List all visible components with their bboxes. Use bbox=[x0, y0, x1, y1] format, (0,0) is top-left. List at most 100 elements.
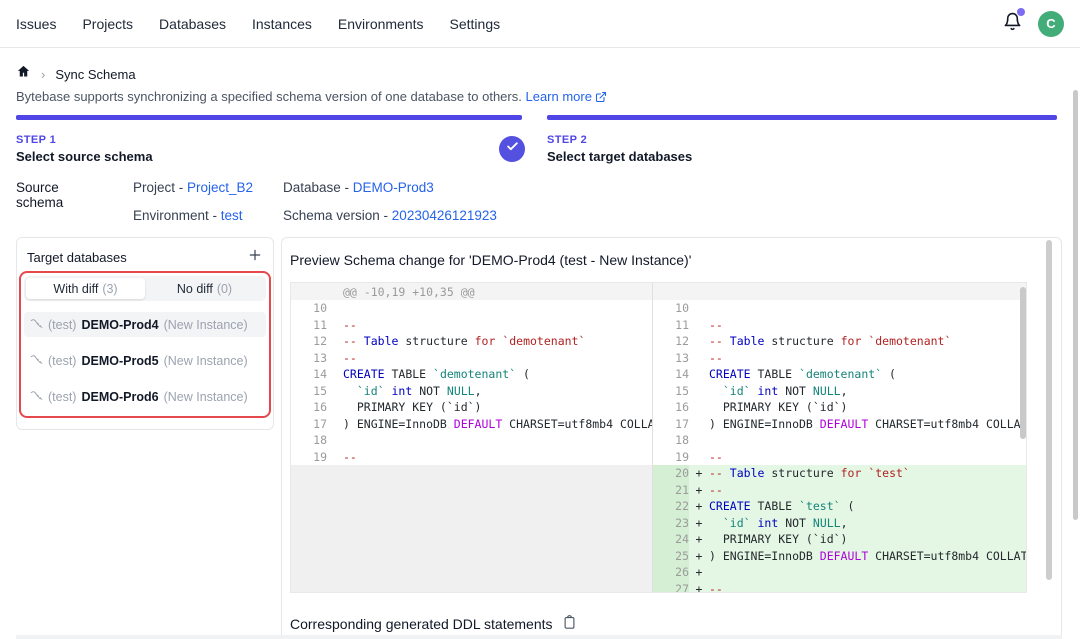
editor-vertical-scrollbar[interactable] bbox=[1020, 287, 1026, 439]
environment-link[interactable]: test bbox=[221, 208, 243, 223]
diff-line: 22+CREATE TABLE `test` ( bbox=[653, 498, 1027, 515]
db-name: DEMO-Prod5 bbox=[81, 354, 158, 368]
code-text: CREATE TABLE `demotenant` ( bbox=[343, 366, 652, 383]
plus-icon bbox=[247, 247, 263, 268]
diff-line: 16 PRIMARY KEY (`id`) bbox=[653, 399, 1027, 416]
line-number: 18 bbox=[291, 432, 327, 449]
nav-item-environments[interactable]: Environments bbox=[338, 16, 424, 32]
avatar[interactable]: C bbox=[1038, 11, 1064, 37]
schema-version-label: Schema version - bbox=[283, 208, 392, 223]
target-databases-panel: Target databases With diff (3) No diff (… bbox=[16, 237, 274, 430]
project-label: Project - bbox=[133, 180, 187, 195]
code-text: -- bbox=[709, 317, 1027, 334]
diff-filter-tabs: With diff (3) No diff (0) bbox=[24, 276, 266, 301]
external-link-icon bbox=[595, 91, 607, 106]
line-number: 18 bbox=[653, 432, 689, 449]
diff-line: 15 `id` int NOT NULL, bbox=[291, 383, 652, 400]
diff-line: 13-- bbox=[653, 350, 1027, 367]
diff-pane-original: @@ -10,19 +10,35 @@ 1011--12-- Table str… bbox=[291, 283, 652, 592]
tab-with-diff-label: With diff bbox=[53, 282, 98, 296]
code-text: -- bbox=[709, 449, 1027, 466]
code-text: CREATE TABLE `demotenant` ( bbox=[709, 366, 1027, 383]
code-text: PRIMARY KEY (`id`) bbox=[709, 531, 1027, 548]
notification-dot bbox=[1017, 8, 1025, 16]
learn-more-link[interactable]: Learn more bbox=[525, 89, 591, 104]
diff-add-marker: + bbox=[689, 532, 709, 546]
line-number: 17 bbox=[653, 416, 689, 433]
line-number: 15 bbox=[291, 383, 327, 400]
target-database-item-prod6[interactable]: (test) DEMO-Prod6 (New Instance) bbox=[24, 384, 266, 409]
tab-no-diff[interactable]: No diff (0) bbox=[145, 278, 264, 299]
project-link[interactable]: Project_B2 bbox=[187, 180, 253, 195]
preview-panel-scrollbar[interactable] bbox=[1046, 240, 1052, 580]
nav-item-projects[interactable]: Projects bbox=[82, 16, 133, 32]
line-number: 24 bbox=[653, 531, 689, 548]
diff-line: 26+ bbox=[653, 564, 1027, 581]
line-number: 25 bbox=[653, 548, 689, 565]
diff-line: 18 bbox=[653, 432, 1027, 449]
code-text: -- bbox=[709, 581, 1027, 593]
schema-version-field: Schema version - 20230426121923 bbox=[283, 208, 497, 223]
step1-title: Select source schema bbox=[16, 149, 153, 164]
nav-item-issues[interactable]: Issues bbox=[16, 16, 56, 32]
page-scrollbar[interactable] bbox=[1073, 90, 1078, 520]
diff-add-marker: + bbox=[689, 466, 709, 480]
code-text: -- Table structure for `test` bbox=[709, 465, 1027, 482]
step1-label: STEP 1 bbox=[16, 134, 153, 146]
diff-line: 11-- bbox=[653, 317, 1027, 334]
chevron-right-icon: › bbox=[41, 67, 45, 82]
notification-bell-button[interactable] bbox=[1003, 12, 1022, 36]
schema-version-link[interactable]: 20230426121923 bbox=[392, 208, 497, 223]
code-text: ) ENGINE=InnoDB DEFAULT CHARSET=utf8mb4 … bbox=[709, 416, 1027, 433]
diff-hunk-header: @@ -10,19 +10,35 @@ bbox=[291, 283, 652, 300]
line-number: 27 bbox=[653, 581, 689, 593]
check-icon bbox=[506, 140, 519, 158]
step1-block[interactable]: STEP 1 Select source schema bbox=[16, 134, 153, 164]
home-icon[interactable] bbox=[16, 64, 31, 84]
nav-item-instances[interactable]: Instances bbox=[252, 16, 312, 32]
code-text: PRIMARY KEY (`id`) bbox=[343, 399, 652, 416]
target-database-item-prod5[interactable]: (test) DEMO-Prod5 (New Instance) bbox=[24, 348, 266, 373]
line-number: 21 bbox=[653, 482, 689, 499]
line-number: 19 bbox=[291, 449, 327, 466]
environment-field: Environment - test bbox=[133, 208, 243, 223]
nav-item-databases[interactable]: Databases bbox=[159, 16, 226, 32]
code-text bbox=[709, 432, 1027, 449]
ddl-section-header: Corresponding generated DDL statements bbox=[290, 615, 577, 633]
line-number: 17 bbox=[291, 416, 327, 433]
database-link[interactable]: DEMO-Prod3 bbox=[353, 180, 434, 195]
code-text: -- bbox=[709, 350, 1027, 367]
diff-line: 10 bbox=[653, 300, 1027, 317]
step2-block[interactable]: STEP 2 Select target databases bbox=[547, 134, 692, 164]
add-target-database-button[interactable] bbox=[247, 247, 263, 268]
db-environment: (test) bbox=[48, 390, 76, 404]
bell-icon bbox=[1003, 18, 1022, 35]
diff-line: 21+-- bbox=[653, 482, 1027, 499]
project-field: Project - Project_B2 bbox=[133, 180, 253, 195]
preview-title: Preview Schema change for 'DEMO-Prod4 (t… bbox=[290, 252, 691, 268]
tab-no-diff-count: (0) bbox=[217, 282, 232, 296]
line-number: 14 bbox=[291, 366, 327, 383]
line-number: 22 bbox=[653, 498, 689, 515]
code-text: -- bbox=[343, 317, 652, 334]
diff-line: 14CREATE TABLE `demotenant` ( bbox=[653, 366, 1027, 383]
code-text: `id` int NOT NULL, bbox=[709, 383, 1027, 400]
target-panel-header: Target databases bbox=[17, 238, 273, 274]
sync-schema-page: Issues Projects Databases Instances Envi… bbox=[0, 0, 1080, 639]
step2-label: STEP 2 bbox=[547, 134, 692, 146]
tab-with-diff[interactable]: With diff (3) bbox=[26, 278, 145, 299]
diff-add-marker: + bbox=[689, 565, 709, 579]
nav-item-settings[interactable]: Settings bbox=[450, 16, 501, 32]
db-environment: (test) bbox=[48, 318, 76, 332]
mysql-engine-icon bbox=[30, 353, 43, 369]
target-database-item-prod4[interactable]: (test) DEMO-Prod4 (New Instance) bbox=[24, 312, 266, 337]
diff-line: 12-- Table structure for `demotenant` bbox=[291, 333, 652, 350]
line-number: 10 bbox=[653, 300, 689, 317]
line-number: 13 bbox=[291, 350, 327, 367]
tab-with-diff-count: (3) bbox=[102, 282, 117, 296]
diff-line: 25+) ENGINE=InnoDB DEFAULT CHARSET=utf8m… bbox=[653, 548, 1027, 565]
code-text: PRIMARY KEY (`id`) bbox=[709, 399, 1027, 416]
copy-ddl-button[interactable] bbox=[562, 615, 577, 633]
tab-no-diff-label: No diff bbox=[177, 282, 213, 296]
schema-diff-editor[interactable]: @@ -10,19 +10,35 @@ 1011--12-- Table str… bbox=[290, 282, 1027, 593]
